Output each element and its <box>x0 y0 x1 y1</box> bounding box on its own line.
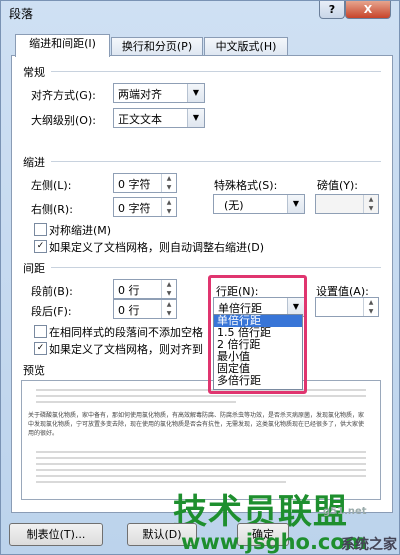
spacing-heading: 间距 <box>23 262 45 275</box>
preview-sample-text: 关于磷酸氯化物质，家中备有，那如何使用氯化物质，有高效解毒防腐、防腐杀虫等功效，… <box>28 412 365 437</box>
paragraph-dialog: 段落 ? X 缩进和间距(I) 换行和分页(P) 中文版式(H) 常规 对齐方式… <box>0 0 400 555</box>
outline-level-label: 大纲级别(O): <box>31 114 96 127</box>
symmetric-indent-checkbox[interactable] <box>34 223 47 236</box>
tabs-button[interactable]: 制表位(T)... <box>9 523 103 546</box>
indent-left-value: 0 字符 <box>118 178 151 191</box>
title-bar: 段落 ? X <box>1 1 400 25</box>
space-after-label: 段后(F): <box>31 305 72 318</box>
by-label: 磅值(Y): <box>317 179 359 192</box>
spin-arrows-icon[interactable]: ▲ ▼ <box>161 280 176 298</box>
preview-line <box>36 457 366 459</box>
chevron-down-icon: ▼ <box>187 84 204 102</box>
spin-arrows-icon[interactable]: ▲ ▼ <box>161 174 176 192</box>
indent-heading: 缩进 <box>23 156 45 169</box>
alignment-select[interactable]: 两端对齐 ▼ <box>113 83 205 103</box>
indent-left-label: 左侧(L): <box>31 179 72 192</box>
tab-asian-typography[interactable]: 中文版式(H) <box>204 37 288 56</box>
preview-line <box>36 469 366 471</box>
option-multiple[interactable]: 多倍行距 <box>214 375 302 387</box>
alignment-label: 对齐方式(G): <box>31 89 96 102</box>
divider <box>51 267 381 268</box>
divider <box>51 71 381 72</box>
preview-line <box>36 395 366 397</box>
outline-level-select[interactable]: 正文文本 ▼ <box>113 108 205 128</box>
no-space-checkbox[interactable] <box>34 325 47 338</box>
dialog-title: 段落 <box>9 7 34 21</box>
space-after-input[interactable]: 0 行 ▲ ▼ <box>113 299 177 319</box>
special-format-label: 特殊格式(S): <box>214 179 278 192</box>
outline-level-value: 正文文本 <box>118 113 162 126</box>
watermark-corner-site: g51.net <box>323 506 367 517</box>
symmetric-indent-label: 对称缩进(M) <box>49 224 112 237</box>
by-input[interactable]: ▲ ▼ <box>315 194 379 214</box>
preview-line <box>36 451 366 453</box>
alignment-value: 两端对齐 <box>118 88 162 101</box>
preview-line <box>36 401 236 403</box>
preview-line <box>36 463 366 465</box>
preview-line <box>36 389 366 391</box>
indent-right-value: 0 字符 <box>118 202 151 215</box>
preview-box: 关于磷酸氯化物质，家中备有，那如何使用氯化物质，有高效解毒防腐、防腐杀虫等功效，… <box>21 380 381 500</box>
set-value-input[interactable]: ▲ ▼ <box>315 297 379 317</box>
space-before-value: 0 行 <box>118 284 140 297</box>
preview-line <box>36 475 366 477</box>
tab-indent-spacing[interactable]: 缩进和间距(I) <box>15 34 110 57</box>
line-spacing-dropdown: 单倍行距 1.5 倍行距 2 倍行距 最小值 固定值 多倍行距 <box>213 314 303 390</box>
divider <box>51 161 381 162</box>
no-space-label: 在相同样式的段落间不添加空格 <box>49 326 203 339</box>
auto-adjust-label: 如果定义了文档网格，则自动调整右缩进(D) <box>49 241 265 254</box>
snap-grid-label: 如果定义了文档网格，则对齐到 <box>49 343 203 356</box>
auto-adjust-checkbox[interactable]: ✓ <box>34 240 47 253</box>
tab-line-page-breaks[interactable]: 换行和分页(P) <box>111 37 203 56</box>
spin-arrows-icon[interactable]: ▲ ▼ <box>363 298 378 316</box>
space-before-label: 段前(B): <box>31 285 73 298</box>
special-format-select[interactable]: (无) ▼ <box>213 194 305 214</box>
general-heading: 常规 <box>23 66 45 79</box>
indent-right-input[interactable]: 0 字符 ▲ ▼ <box>113 197 177 217</box>
watermark-site: www.jsgho.com <box>181 530 367 554</box>
space-after-value: 0 行 <box>118 304 140 317</box>
close-button[interactable]: X <box>345 1 391 19</box>
spin-arrows-icon[interactable]: ▲ ▼ <box>161 198 176 216</box>
watermark-corner: 系统之家 <box>341 537 397 553</box>
help-button[interactable]: ? <box>319 1 345 19</box>
chevron-down-icon: ▼ <box>187 109 204 127</box>
indent-right-label: 右侧(R): <box>31 203 73 216</box>
preview-heading: 预览 <box>23 364 45 377</box>
spin-arrows-icon[interactable]: ▲ ▼ <box>363 195 378 213</box>
snap-grid-checkbox[interactable]: ✓ <box>34 342 47 355</box>
special-format-value: (无) <box>224 199 244 212</box>
space-before-input[interactable]: 0 行 ▲ ▼ <box>113 279 177 299</box>
indent-left-input[interactable]: 0 字符 ▲ ▼ <box>113 173 177 193</box>
chevron-down-icon: ▼ <box>287 195 304 213</box>
preview-line <box>36 481 286 483</box>
spin-arrows-icon[interactable]: ▲ ▼ <box>161 300 176 318</box>
